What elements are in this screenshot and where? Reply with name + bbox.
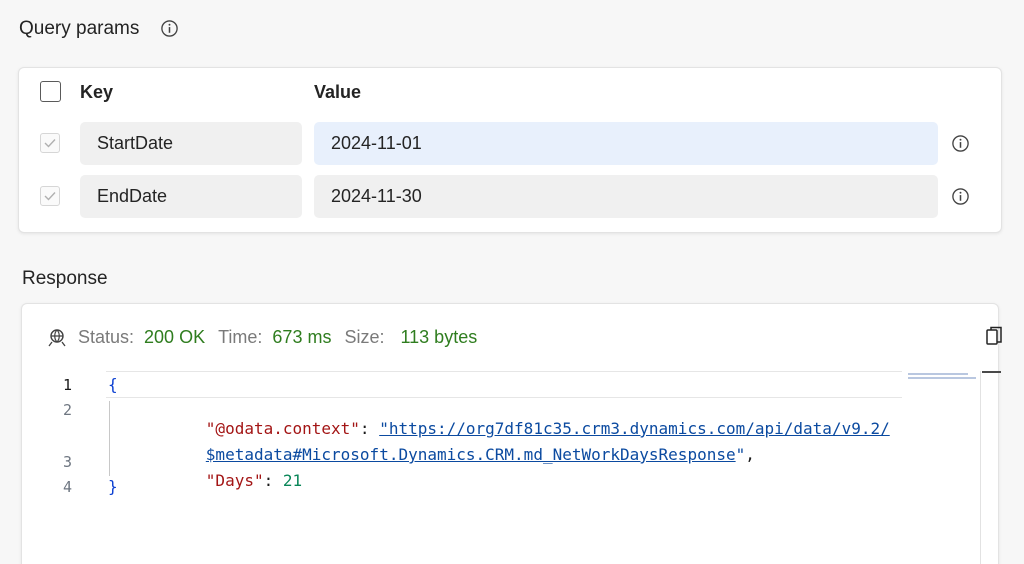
time-label: Time:: [218, 327, 263, 347]
row-checkbox[interactable]: [40, 186, 60, 206]
json-key: "Days": [205, 471, 264, 490]
time-value: 673 ms: [272, 327, 332, 347]
param-value-field[interactable]: 2024-11-30: [314, 175, 938, 218]
param-key-field[interactable]: StartDate: [80, 122, 302, 165]
json-open-brace: {: [108, 375, 118, 394]
info-icon[interactable]: [951, 134, 970, 153]
line-number: 1: [62, 376, 72, 394]
line-number: 3: [62, 453, 72, 471]
line-number: 2: [62, 401, 72, 419]
size-value: 113 bytes: [400, 327, 478, 347]
key-column-header: Key: [80, 82, 114, 102]
status-value: 200 OK: [144, 327, 206, 347]
code-minimap[interactable]: [908, 373, 980, 383]
checkmark-icon: [44, 192, 56, 201]
param-value-field[interactable]: 2024-11-01: [314, 122, 938, 165]
response-status-bar: Status: 200 OK Time: 673 ms Size: 113 by…: [46, 327, 490, 348]
network-icon: [48, 328, 66, 346]
query-params-table: Key Value StartDate 2024-11-01 EndDate 2…: [18, 67, 1002, 233]
info-icon[interactable]: [951, 187, 970, 206]
copy-icon[interactable]: [986, 326, 1002, 348]
info-icon[interactable]: [160, 19, 179, 38]
value-column-header: Value: [314, 82, 362, 102]
size-label: Size:: [344, 327, 385, 347]
status-label: Status:: [78, 327, 135, 347]
row-checkbox[interactable]: [40, 133, 60, 153]
json-close-brace: }: [108, 477, 118, 496]
param-key-field[interactable]: EndDate: [80, 175, 302, 218]
response-panel: Status: 200 OK Time: 673 ms Size: 113 by…: [21, 303, 1002, 564]
response-title: Response: [22, 268, 108, 289]
query-params-title: Query params: [19, 18, 140, 39]
json-number-value: 21: [282, 471, 303, 490]
select-all-checkbox[interactable]: [40, 81, 61, 102]
json-line: "Days": 21: [205, 471, 303, 490]
current-line-highlight: [106, 371, 902, 398]
response-code-editor[interactable]: 1 2 3 4 { "@odata.context": "https://org…: [22, 371, 982, 564]
line-number: 4: [62, 478, 72, 496]
indent-guide: [109, 401, 110, 476]
checkmark-icon: [44, 139, 56, 148]
code-scrollbar[interactable]: [980, 371, 1001, 564]
